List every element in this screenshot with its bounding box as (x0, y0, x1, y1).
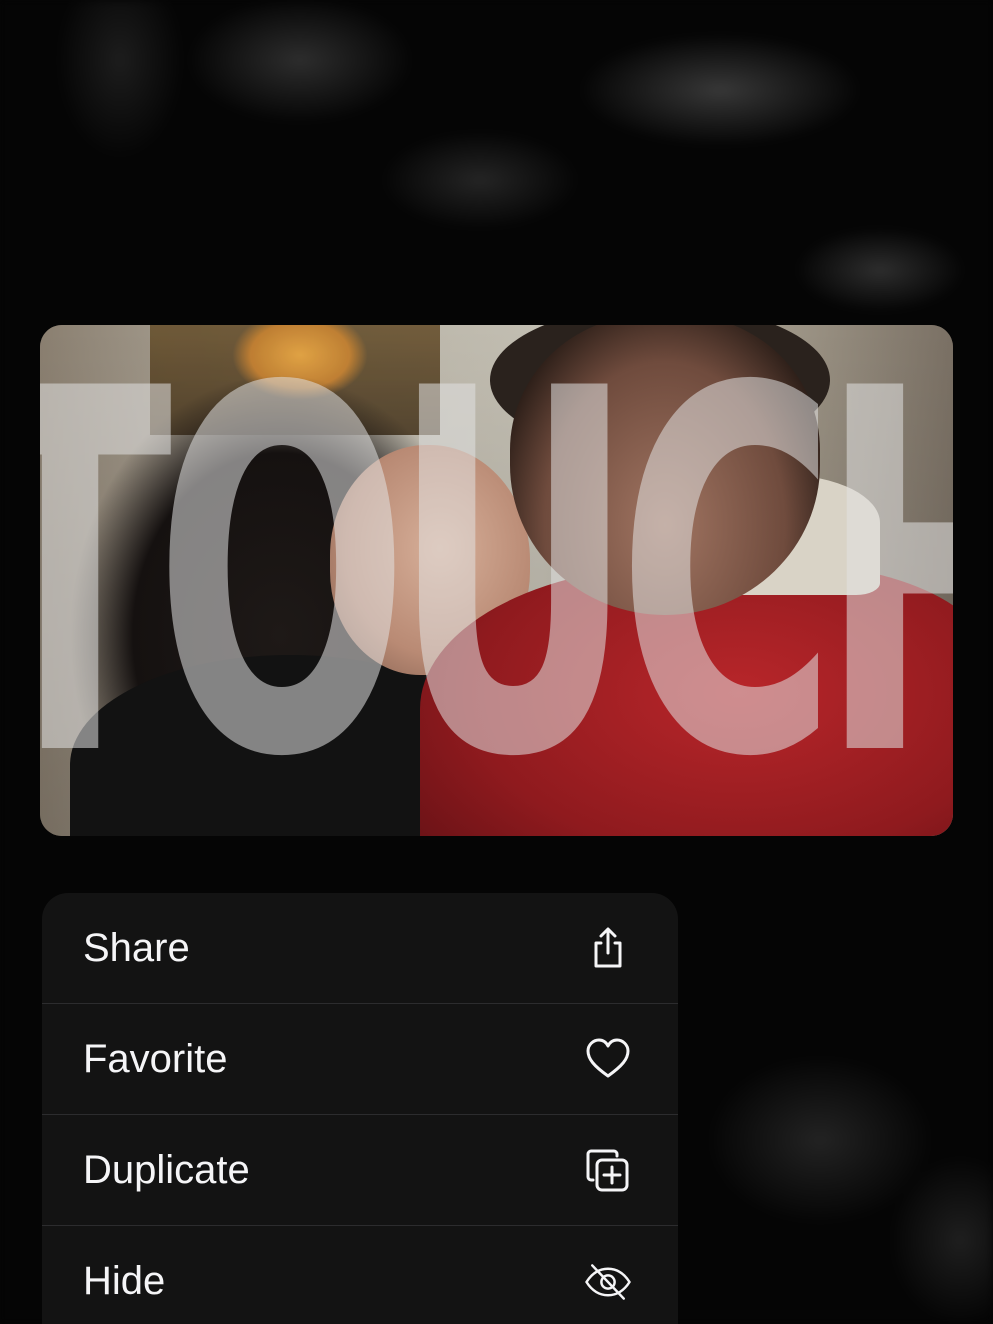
menu-item-label: Hide (83, 1259, 166, 1303)
menu-item-share[interactable]: Share (42, 893, 678, 1004)
preview-title-overlay: TOUCH (40, 325, 953, 836)
duplicate-icon (584, 1146, 632, 1194)
heart-icon (584, 1035, 632, 1083)
video-preview[interactable]: TOUCH (40, 325, 953, 836)
menu-item-label: Duplicate (83, 1147, 250, 1192)
menu-item-label: Share (83, 925, 190, 970)
menu-item-duplicate[interactable]: Duplicate (42, 1115, 678, 1226)
menu-item-label: Favorite (83, 1036, 228, 1081)
share-icon (584, 924, 632, 972)
eye-slash-icon (584, 1258, 632, 1306)
menu-item-hide[interactable]: Hide (42, 1226, 678, 1324)
context-menu: Share Favorite Duplicate Hide (42, 893, 678, 1324)
menu-item-favorite[interactable]: Favorite (42, 1004, 678, 1115)
